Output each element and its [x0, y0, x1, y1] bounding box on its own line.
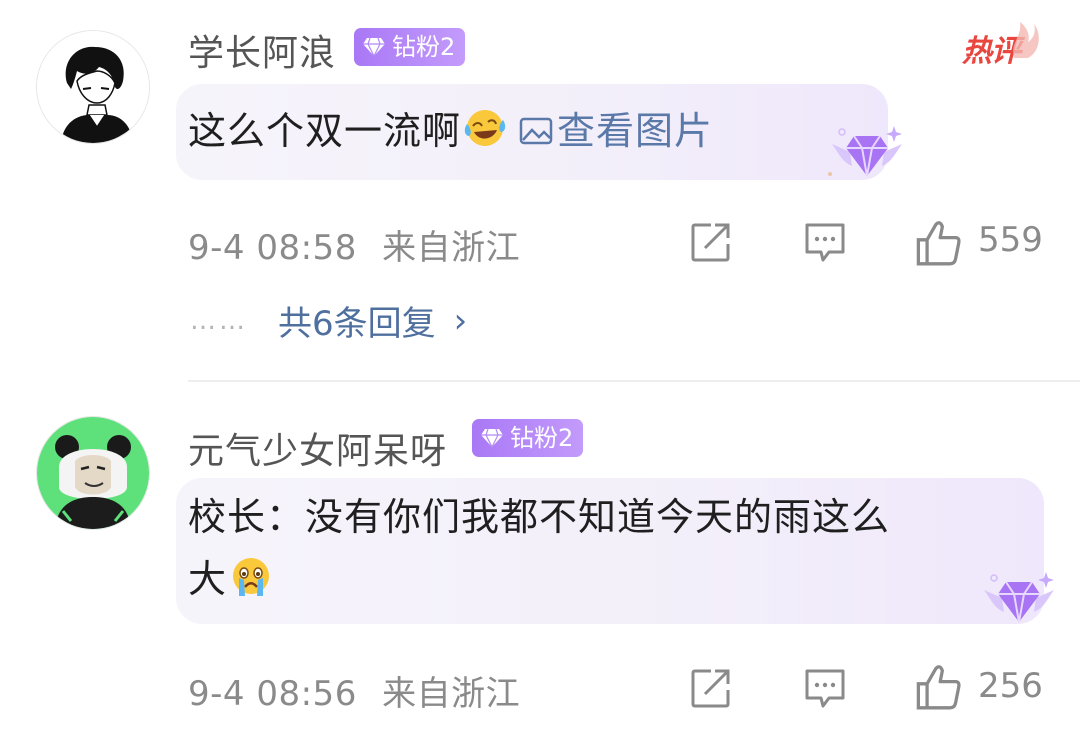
hot-comment-flame-icon [1013, 22, 1039, 58]
location: 来自浙江 [382, 228, 521, 268]
view-image-label: 查看图片 [557, 109, 714, 153]
avatar[interactable] [36, 30, 150, 144]
comment-card: 元气少女阿呆呀 钻粉2 校长：没有你们我都不知道今天的雨这么 大 9-4 08:… [0, 382, 1080, 740]
comment-text: 这么个双一流啊 查看图片 [188, 100, 713, 162]
comment-meta: 9-4 08:58 来自浙江 [188, 220, 520, 269]
diamond-wings-decoration [828, 126, 902, 177]
image-icon [519, 117, 553, 145]
replies-dots: …… [190, 305, 248, 336]
comment-icon[interactable] [803, 666, 847, 710]
badge-label: 钻粉2 [392, 33, 456, 61]
comment-body-line-2: 大 [188, 548, 1028, 610]
laugh-cry-emoji [464, 110, 506, 146]
comment-text: 校长：没有你们我都不知道今天的雨这么 大 [188, 486, 1028, 610]
comment-meta: 9-4 08:56 来自浙江 [188, 666, 520, 715]
comment-card: 学长阿浪 钻粉2 热评 这么个双一流啊 查看图片 9-4 08:58 来自浙江 … [0, 0, 1080, 380]
comment-body-tail: 大 [188, 557, 228, 601]
diamond-wings-decoration [984, 572, 1054, 623]
like-icon[interactable] [914, 218, 962, 266]
timestamp: 9-4 08:58 [188, 228, 357, 268]
like-count: 256 [978, 666, 1043, 706]
avatar[interactable] [36, 416, 150, 530]
view-replies-link[interactable]: 共6条回复 [278, 296, 436, 345]
diamond-badge-icon [363, 37, 385, 57]
location: 来自浙江 [382, 674, 521, 714]
badge-label: 钻粉2 [510, 424, 574, 452]
avatar-panda-icon [37, 417, 149, 529]
fan-level-badge[interactable]: 钻粉2 [354, 28, 466, 66]
username[interactable]: 元气少女阿呆呀 [188, 422, 447, 474]
diamond-badge-icon [481, 428, 503, 448]
crying-emoji [233, 558, 270, 596]
comment-body: 这么个双一流啊 [188, 109, 462, 153]
comment-icon[interactable] [803, 220, 847, 264]
avatar-boy-icon [37, 31, 149, 143]
share-icon[interactable] [689, 666, 733, 710]
username[interactable]: 学长阿浪 [188, 24, 336, 76]
share-icon[interactable] [689, 220, 733, 264]
fan-level-badge[interactable]: 钻粉2 [472, 419, 584, 457]
like-count: 559 [978, 220, 1043, 260]
timestamp: 9-4 08:56 [188, 674, 357, 714]
replies-row[interactable]: …… 共6条回复 › [190, 296, 467, 345]
comment-body-line: 校长：没有你们我都不知道今天的雨这么 [188, 495, 891, 539]
like-icon[interactable] [914, 662, 962, 710]
view-image-link[interactable]: 查看图片 [519, 109, 713, 153]
chevron-right-icon: › [453, 300, 468, 341]
